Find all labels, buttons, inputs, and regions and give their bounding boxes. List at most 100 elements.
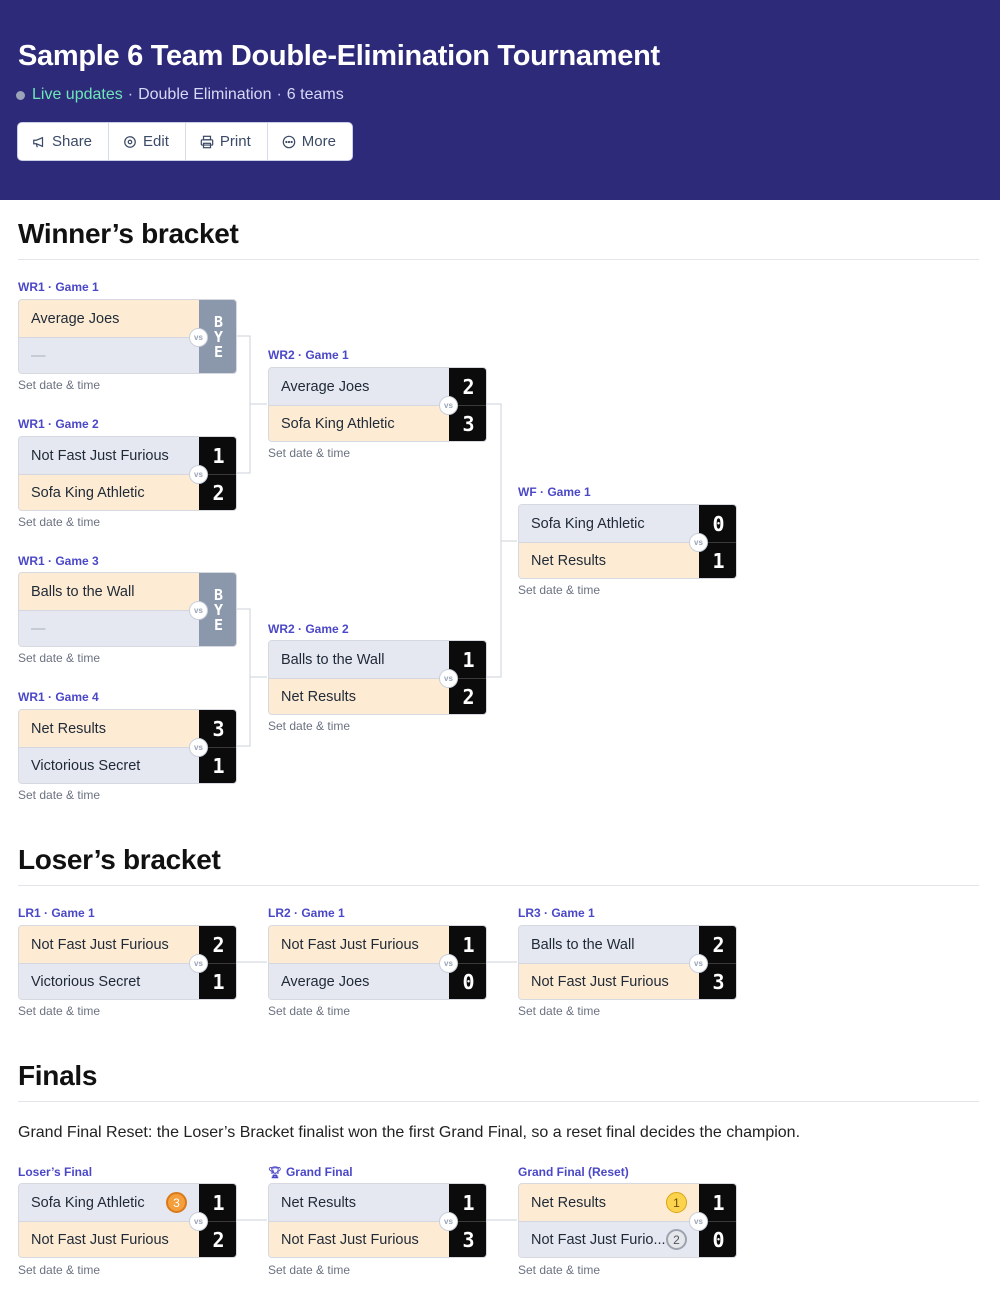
meta-separator: · xyxy=(276,86,282,103)
set-date-time-link[interactable]: Set date & time xyxy=(518,1004,600,1018)
team-slot[interactable]: Net Results xyxy=(519,542,699,578)
match-label: WR2 · Game 2 xyxy=(268,622,349,636)
team-slot[interactable]: Not Fast Just Furious xyxy=(19,437,199,474)
vs-badge: vs xyxy=(689,1212,708,1231)
set-date-time-link[interactable]: Set date & time xyxy=(18,788,100,802)
winners-bracket-title: Winner’s bracket xyxy=(18,218,239,249)
set-date-time-link[interactable]: Set date & time xyxy=(18,651,100,665)
team-slot[interactable]: Not Fast Just Furious xyxy=(269,1221,449,1257)
megaphone-icon xyxy=(33,136,44,147)
print-label: Print xyxy=(219,133,251,150)
section-divider xyxy=(18,885,979,886)
trophy-icon: 🏆︎ xyxy=(268,1166,282,1179)
more-button[interactable]: More xyxy=(267,123,352,160)
edit-button[interactable]: Edit xyxy=(109,123,186,160)
connector-wr1-bottom xyxy=(237,608,251,747)
set-date-time-link[interactable]: Set date & time xyxy=(18,378,100,392)
live-status-dot xyxy=(16,90,25,100)
action-toolbar: Share Edit Print More xyxy=(17,122,353,161)
vs-badge: vs xyxy=(189,954,208,973)
team-slot[interactable]: Average Joes xyxy=(19,300,199,337)
live-updates-link[interactable]: Live updates xyxy=(32,86,123,104)
section-divider xyxy=(18,1101,979,1102)
team-slot[interactable]: Balls to the Wall xyxy=(519,926,699,963)
meta-separator: · xyxy=(127,86,134,103)
tournament-format: Double Elimination xyxy=(138,86,272,103)
match-wr1-game4[interactable]: Net Results Victorious Secret 3 1 vs xyxy=(18,709,237,784)
match-label: WR1 · Game 1 xyxy=(18,280,99,294)
team-count: 6 teams xyxy=(286,86,344,103)
match-grand-final-reset[interactable]: Net Results Not Fast Just Furio... 1 2 1… xyxy=(518,1183,737,1258)
match-wr1-game1[interactable]: Average Joes — B Y E vs xyxy=(18,299,237,374)
vs-badge: vs xyxy=(189,1212,208,1231)
match-label: LR2 · Game 1 xyxy=(268,906,345,920)
set-date-time-link[interactable]: Set date & time xyxy=(268,1004,350,1018)
set-date-time-link[interactable]: Set date & time xyxy=(518,1263,600,1277)
vs-badge: vs xyxy=(439,669,458,688)
team-slot[interactable]: Sofa King Athletic xyxy=(269,405,449,441)
match-lr2-game1[interactable]: Not Fast Just Furious Average Joes 1 0 v… xyxy=(268,925,487,1000)
team-slot[interactable]: Balls to the Wall xyxy=(19,573,199,610)
match-winners-final[interactable]: Sofa King Athletic Net Results 0 1 vs xyxy=(518,504,737,579)
team-slot[interactable]: Sofa King Athletic xyxy=(19,474,199,510)
vs-badge: vs xyxy=(689,954,708,973)
match-label: WR1 · Game 3 xyxy=(18,554,99,568)
silver-medal-icon: 2 xyxy=(666,1229,687,1250)
connector-wr1-top xyxy=(237,335,251,474)
team-slot[interactable]: Net Results xyxy=(19,710,199,747)
more-dots-icon xyxy=(282,135,296,148)
team-slot[interactable]: Net Results xyxy=(269,1184,449,1221)
team-slot[interactable]: Not Fast Just Furious xyxy=(269,926,449,963)
set-date-time-link[interactable]: Set date & time xyxy=(18,1263,100,1277)
match-label: Loser’s Final xyxy=(18,1165,93,1179)
match-label: LR3 · Game 1 xyxy=(518,906,595,920)
match-label: WR2 · Game 1 xyxy=(268,348,349,362)
vs-badge: vs xyxy=(439,1212,458,1231)
match-wr1-game2[interactable]: Not Fast Just Furious Sofa King Athletic… xyxy=(18,436,237,511)
set-date-time-link[interactable]: Set date & time xyxy=(268,719,350,733)
vs-badge: vs xyxy=(689,533,708,552)
team-slot[interactable]: Net Results xyxy=(269,678,449,714)
set-date-time-link[interactable]: Set date & time xyxy=(268,446,350,460)
more-label: More xyxy=(301,133,336,150)
team-slot[interactable]: Average Joes xyxy=(269,368,449,405)
team-slot[interactable]: Average Joes xyxy=(269,963,449,999)
team-slot[interactable]: Victorious Secret xyxy=(19,963,199,999)
vs-badge: vs xyxy=(189,328,208,347)
match-label: Grand Final (Reset) xyxy=(518,1165,629,1179)
set-date-time-link[interactable]: Set date & time xyxy=(18,1004,100,1018)
losers-bracket-title: Loser’s bracket xyxy=(18,844,221,875)
match-lr1-game1[interactable]: Not Fast Just Furious Victorious Secret … xyxy=(18,925,237,1000)
page-header: Sample 6 Team Double-Elimination Tournam… xyxy=(0,0,1000,200)
grand-final-reset-note: Grand Final Reset: the Loser’s Bracket f… xyxy=(18,1124,801,1141)
match-label: WR1 · Game 4 xyxy=(18,690,99,704)
empty-team-slot: — xyxy=(19,610,199,646)
share-button[interactable]: Share xyxy=(18,123,110,160)
empty-team-slot: — xyxy=(19,337,199,373)
match-losers-final[interactable]: Sofa King Athletic Not Fast Just Furious… xyxy=(18,1183,237,1258)
match-wr2-game2[interactable]: Balls to the Wall Net Results 1 2 vs xyxy=(268,640,487,715)
vs-badge: vs xyxy=(189,738,208,757)
match-wr2-game1[interactable]: Average Joes Sofa King Athletic 2 3 vs xyxy=(268,367,487,442)
match-grand-final[interactable]: Net Results Not Fast Just Furious 1 3 vs xyxy=(268,1183,487,1258)
print-button[interactable]: Print xyxy=(185,123,268,160)
team-slot[interactable]: Not Fast Just Furious xyxy=(519,963,699,999)
vs-badge: vs xyxy=(189,465,208,484)
team-slot[interactable]: Balls to the Wall xyxy=(269,641,449,678)
set-date-time-link[interactable]: Set date & time xyxy=(518,583,600,597)
match-lr3-game1[interactable]: Balls to the Wall Not Fast Just Furious … xyxy=(518,925,737,1000)
vs-badge: vs xyxy=(439,954,458,973)
gold-medal-icon: 1 xyxy=(666,1192,687,1213)
match-label: LR1 · Game 1 xyxy=(18,906,95,920)
set-date-time-link[interactable]: Set date & time xyxy=(18,515,100,529)
vs-badge: vs xyxy=(189,601,208,620)
team-slot[interactable]: Not Fast Just Furious xyxy=(19,1221,199,1257)
set-date-time-link[interactable]: Set date & time xyxy=(268,1263,350,1277)
match-wr1-game3[interactable]: Balls to the Wall — B Y E vs xyxy=(18,572,237,647)
team-slot[interactable]: Sofa King Athletic xyxy=(519,505,699,542)
team-slot[interactable]: Victorious Secret xyxy=(19,747,199,783)
grand-final-label: Grand Final xyxy=(285,1165,353,1179)
team-slot[interactable]: Not Fast Just Furious xyxy=(19,926,199,963)
match-label: WF · Game 1 xyxy=(518,485,591,499)
vs-badge: vs xyxy=(439,396,458,415)
